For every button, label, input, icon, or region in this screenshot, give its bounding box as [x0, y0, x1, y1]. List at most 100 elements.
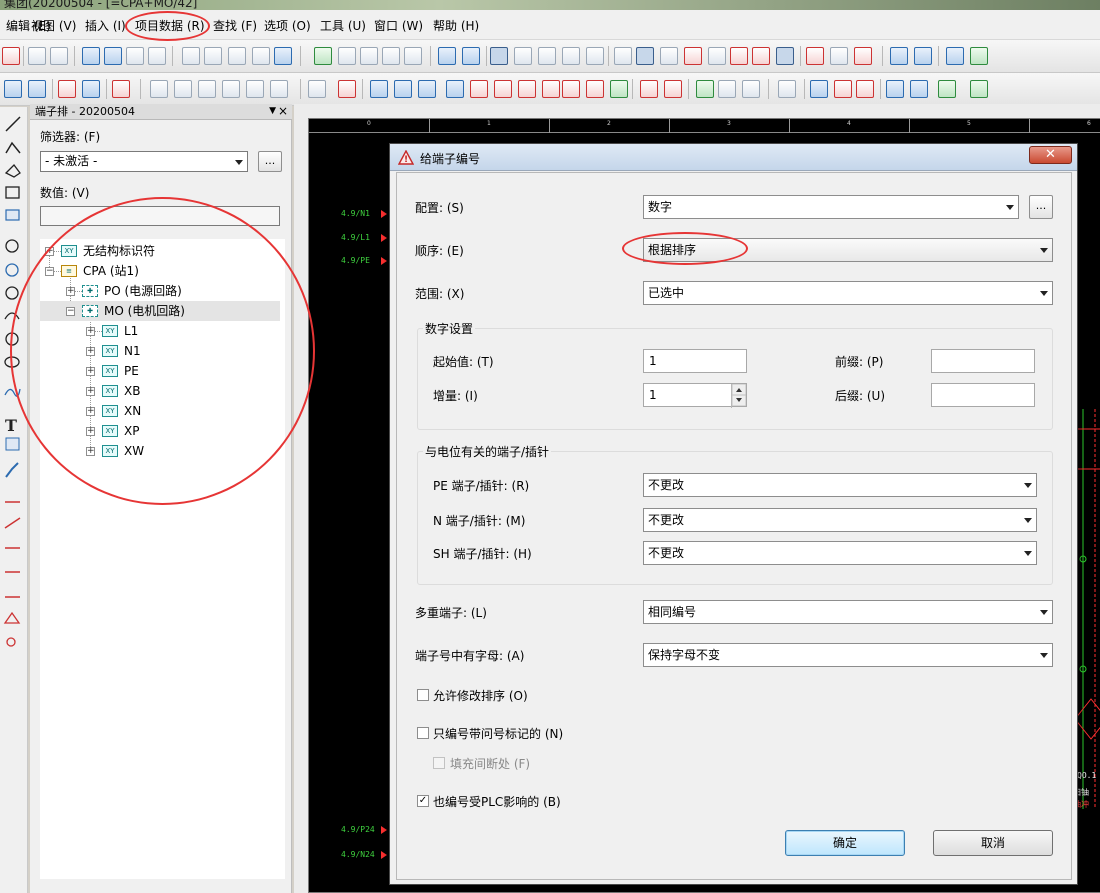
grid-c-icon[interactable] — [538, 47, 556, 65]
page-back-icon[interactable] — [246, 80, 264, 98]
macro-icon[interactable] — [308, 80, 326, 98]
brush-alt-icon[interactable] — [50, 47, 68, 65]
filter-more-button[interactable]: ... — [258, 151, 282, 172]
menu-help[interactable]: 帮助 (H) — [433, 17, 479, 34]
hatch-alt-icon[interactable] — [742, 80, 760, 98]
zoom-window-icon[interactable] — [338, 47, 356, 65]
forward-icon[interactable] — [462, 47, 480, 65]
cart-icon[interactable] — [946, 47, 964, 65]
grid-e-icon[interactable] — [586, 47, 604, 65]
page-layout-icon[interactable] — [182, 47, 200, 65]
frame-icon[interactable] — [776, 47, 794, 65]
jump-icon[interactable] — [82, 80, 100, 98]
hatch-icon[interactable] — [718, 80, 736, 98]
flag-delete-icon[interactable] — [112, 80, 130, 98]
terminal-a-icon[interactable] — [810, 80, 828, 98]
snap-point-icon[interactable] — [660, 47, 678, 65]
letters-combobox[interactable]: 保持字母不变 — [643, 643, 1053, 667]
config-more-button[interactable]: ... — [1029, 195, 1053, 219]
macro-red-icon[interactable] — [338, 80, 356, 98]
sort-a-icon[interactable] — [470, 80, 488, 98]
pin-panel-icon[interactable]: ▼ — [269, 104, 276, 119]
lines-marks-icon[interactable] — [854, 47, 872, 65]
zoom-out-icon[interactable] — [382, 47, 400, 65]
menu-window[interactable]: 窗口 (W) — [374, 17, 423, 34]
box-a-icon[interactable] — [562, 80, 580, 98]
redo-icon[interactable] — [126, 47, 144, 65]
lines-signal-icon[interactable] — [830, 47, 848, 65]
allow-sort-checkbox[interactable] — [417, 689, 429, 701]
plc-checkbox[interactable]: ✓ — [417, 795, 429, 807]
flag-next-icon[interactable] — [28, 80, 46, 98]
brush-icon[interactable] — [28, 47, 46, 65]
config-combobox[interactable]: 数字 — [643, 195, 1019, 219]
ground-icon[interactable] — [778, 80, 796, 98]
delete-select-icon[interactable] — [2, 47, 20, 65]
window-icon[interactable] — [274, 47, 292, 65]
redo-list-icon[interactable] — [148, 47, 166, 65]
start-value-input[interactable]: 1 — [643, 349, 747, 373]
menu-tools[interactable]: 工具 (U) — [320, 17, 366, 34]
terminal-c-icon[interactable] — [856, 80, 874, 98]
terminal-g-icon[interactable] — [970, 80, 988, 98]
only-question-checkbox[interactable] — [417, 727, 429, 739]
flag-red-icon[interactable] — [58, 80, 76, 98]
tree-struct-icon[interactable] — [730, 47, 748, 65]
placeholder-a-icon[interactable] — [370, 80, 388, 98]
sh-terminal-combobox[interactable]: 不更改 — [643, 541, 1037, 565]
page-props-icon[interactable] — [198, 80, 216, 98]
network-icon[interactable] — [752, 47, 770, 65]
stepper-buttons[interactable] — [731, 383, 747, 408]
flag-select-icon[interactable] — [4, 80, 22, 98]
snap-grid-icon[interactable] — [636, 47, 654, 65]
terminal-b-icon[interactable] — [834, 80, 852, 98]
cable-a-icon[interactable] — [640, 80, 658, 98]
page-new-icon[interactable] — [174, 80, 192, 98]
grid-toggle-icon[interactable] — [614, 47, 632, 65]
sort-c-icon[interactable] — [518, 80, 536, 98]
range-combobox[interactable]: 已选中 — [643, 281, 1053, 305]
multi-terminal-combobox[interactable]: 相同编号 — [643, 600, 1053, 624]
grid-a-icon[interactable] — [490, 47, 508, 65]
connect-icon[interactable] — [708, 47, 726, 65]
page-fwd-icon[interactable] — [270, 80, 288, 98]
menu-insert[interactable]: 插入 (I) — [85, 17, 126, 34]
n-terminal-combobox[interactable]: 不更改 — [643, 508, 1037, 532]
grid-b-icon[interactable] — [514, 47, 532, 65]
magnet-icon[interactable] — [684, 47, 702, 65]
pin-icon[interactable] — [890, 47, 908, 65]
back-icon[interactable] — [438, 47, 456, 65]
menu-find[interactable]: 查找 (F) — [213, 17, 257, 34]
terminal-f-icon[interactable] — [938, 80, 956, 98]
cable-b-icon[interactable] — [664, 80, 682, 98]
refresh-icon[interactable] — [314, 47, 332, 65]
sort-b-icon[interactable] — [494, 80, 512, 98]
menu-options[interactable]: 选项 (O) — [264, 17, 311, 34]
undo-list-icon[interactable] — [104, 47, 122, 65]
page-image-icon[interactable] — [204, 47, 222, 65]
panel-close-icon[interactable]: × — [278, 104, 288, 119]
table-icon[interactable] — [252, 47, 270, 65]
terminal-e-icon[interactable] — [910, 80, 928, 98]
area-a-icon[interactable] — [696, 80, 714, 98]
zoom-in-icon[interactable] — [360, 47, 378, 65]
dialog-close-button[interactable]: ✕ — [1029, 146, 1072, 164]
cancel-button[interactable]: 取消 — [933, 830, 1053, 856]
text-tool-icon[interactable] — [970, 47, 988, 65]
select-area-icon[interactable] — [914, 47, 932, 65]
lines-red-icon[interactable] — [806, 47, 824, 65]
menu-view[interactable]: 视图 (V) — [31, 17, 76, 34]
page-check-icon[interactable] — [228, 47, 246, 65]
placeholder-d-icon[interactable] — [446, 80, 464, 98]
pe-terminal-combobox[interactable]: 不更改 — [643, 473, 1037, 497]
filter-combobox[interactable]: - 未激活 - — [40, 151, 248, 172]
undo-icon[interactable] — [82, 47, 100, 65]
prefix-input[interactable] — [931, 349, 1035, 373]
terminal-d-icon[interactable] — [886, 80, 904, 98]
placeholder-c-icon[interactable] — [418, 80, 436, 98]
zoom-100-icon[interactable] — [404, 47, 422, 65]
grid-d-icon[interactable] — [562, 47, 580, 65]
box-b-icon[interactable] — [586, 80, 604, 98]
stepper-arrows-icon[interactable] — [731, 383, 747, 407]
fill-gap-checkbox[interactable] — [433, 757, 445, 769]
